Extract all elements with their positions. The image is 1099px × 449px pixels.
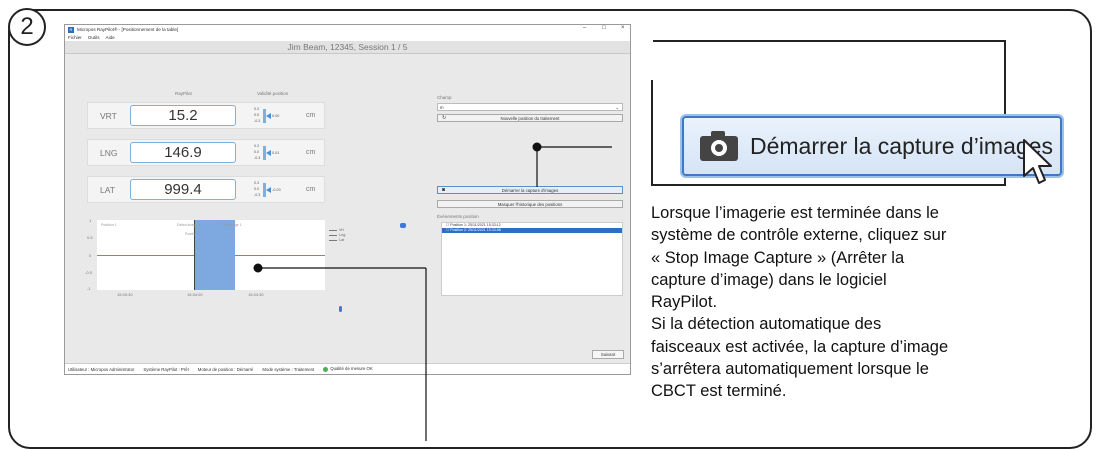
zoomed-start-capture-button[interactable]: Démarrer la capture d’images — [682, 116, 1062, 176]
camera-icon — [700, 131, 738, 161]
zoomed-button-label: Démarrer la capture d’images — [750, 132, 1053, 159]
instruction-text: Lorsque l’imagerie est terminée dans le … — [651, 204, 949, 401]
mouse-pointer-icon — [1023, 139, 1052, 184]
